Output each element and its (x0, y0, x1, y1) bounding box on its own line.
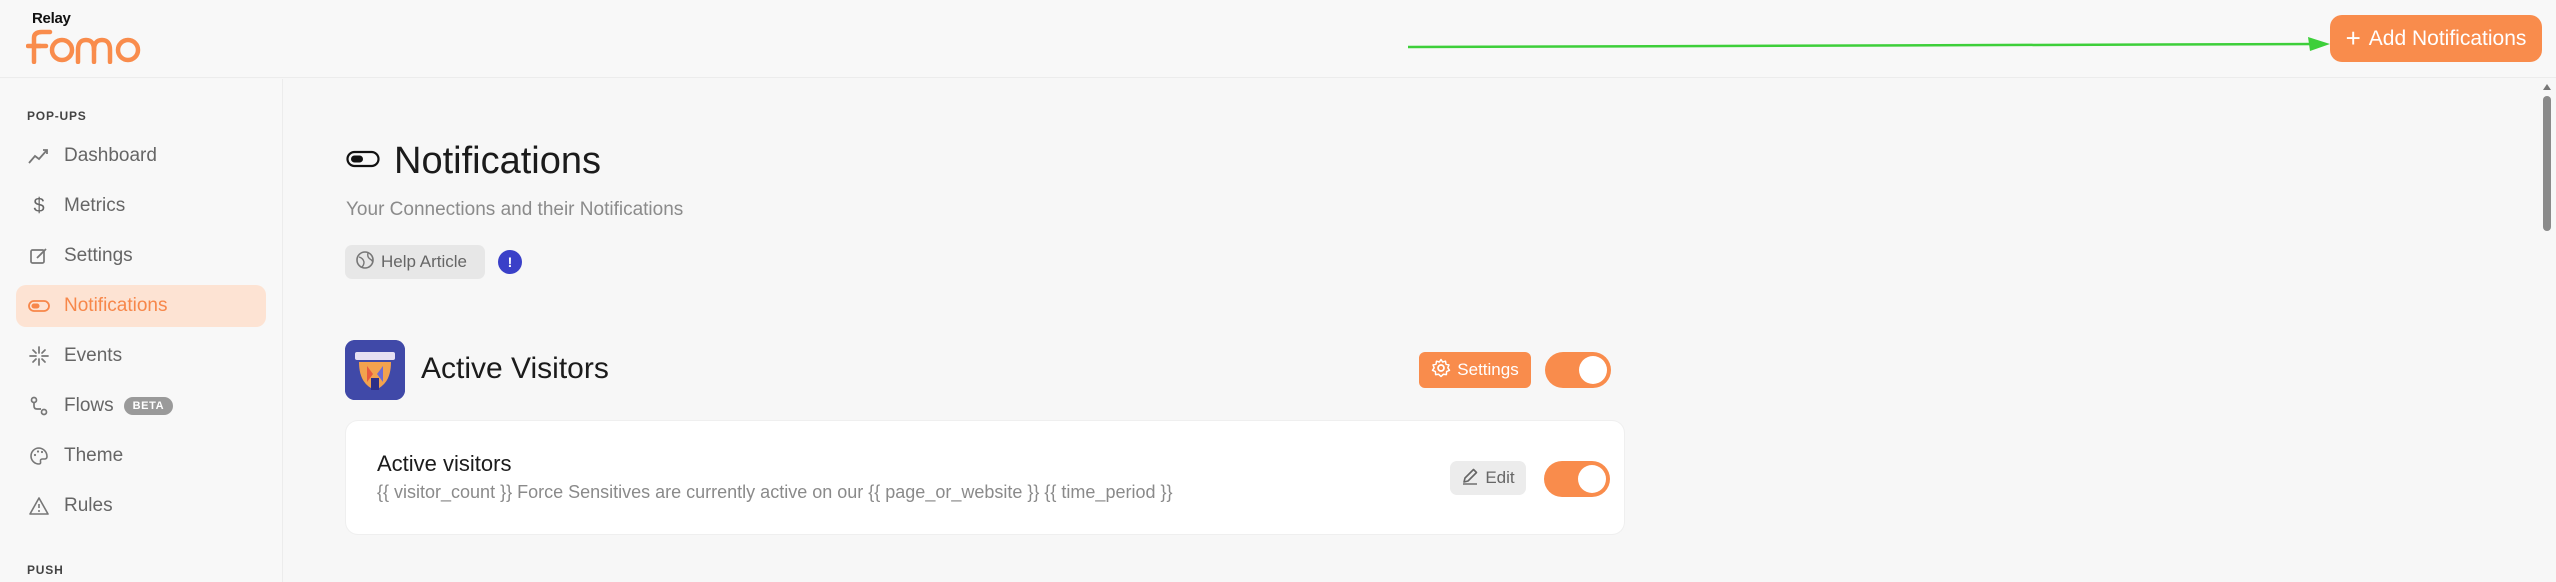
page-subtitle: Your Connections and their Notifications (346, 199, 684, 220)
page-heading: Notifications (394, 140, 601, 182)
toggle-icon (28, 295, 50, 317)
connection-toggle[interactable] (1545, 352, 1611, 388)
plus-icon: + (2345, 22, 2361, 53)
globe-icon (355, 250, 375, 275)
top-header: Relay + Add Notifications (0, 0, 2556, 78)
palette-icon (28, 445, 50, 467)
fomo-logo[interactable]: Relay (26, 10, 166, 70)
help-article-label: Help Article (381, 252, 467, 271)
settings-label: Settings (1457, 360, 1519, 379)
info-icon[interactable]: ! (498, 250, 522, 274)
notification-description: {{ visitor_count }} Force Sensitives are… (377, 482, 1173, 502)
sidebar-item-label: Events (64, 345, 123, 366)
flow-icon (28, 395, 50, 417)
edit-label: Edit (1485, 468, 1515, 487)
sidebar-item-label: Theme (64, 445, 124, 466)
sidebar-item-dashboard[interactable]: Dashboard (16, 135, 266, 177)
toggle-knob (1578, 465, 1606, 493)
sidebar-item-label: Rules (64, 495, 113, 516)
gear-icon (1431, 358, 1451, 383)
notification-toggle[interactable] (1544, 461, 1610, 497)
section-push: PUSH (27, 563, 64, 577)
sidebar-item-flows[interactable]: Flows BETA (16, 385, 266, 427)
notification-card: Active visitors {{ visitor_count }} Forc… (346, 421, 1624, 534)
trend-icon (28, 145, 50, 167)
sidebar-item-label: Notifications (64, 295, 168, 316)
section-popups: POP-UPS (27, 109, 87, 123)
relay-label: Relay (32, 10, 71, 27)
pencil-icon (1461, 467, 1479, 490)
sidebar-item-rules[interactable]: Rules (16, 485, 266, 527)
sidebar-item-events[interactable]: Events (16, 335, 266, 377)
edit-notification-button[interactable]: Edit (1450, 461, 1526, 495)
sidebar-item-label: Dashboard (64, 145, 157, 166)
connection-settings-button[interactable]: Settings (1419, 352, 1531, 388)
connection-title: Active Visitors (421, 352, 609, 385)
notification-title: Active visitors (377, 451, 512, 476)
toggle-icon (346, 149, 380, 174)
active-visitors-app-icon (345, 340, 405, 400)
sidebar-item-label: Flows (64, 395, 114, 416)
edit-icon (28, 245, 50, 267)
add-notifications-button[interactable]: + Add Notifications (2330, 15, 2542, 62)
scroll-up-arrow[interactable] (2543, 84, 2551, 90)
sidebar-item-theme[interactable]: Theme (16, 435, 266, 477)
scrollbar-thumb[interactable] (2543, 96, 2551, 231)
warning-icon (28, 495, 50, 517)
sidebar-item-label: Settings (64, 245, 133, 266)
sparkle-icon (28, 345, 50, 367)
help-article-button[interactable]: Help Article (345, 245, 485, 279)
fomo-wordmark (26, 29, 141, 64)
sidebar-item-label: Metrics (64, 195, 126, 216)
sidebar: POP-UPS Dashboard $ Metrics Settings Not… (0, 79, 283, 582)
green-arrow (1407, 37, 2330, 51)
add-notifications-label: Add Notifications (2368, 26, 2527, 50)
sidebar-item-notifications[interactable]: Notifications (16, 285, 266, 327)
toggle-knob (1579, 356, 1607, 384)
beta-badge: BETA (123, 397, 174, 415)
sidebar-item-metrics[interactable]: $ Metrics (16, 185, 266, 227)
page-title: Notifications (346, 140, 601, 183)
sidebar-item-settings[interactable]: Settings (16, 235, 266, 277)
dollar-icon: $ (33, 194, 45, 217)
